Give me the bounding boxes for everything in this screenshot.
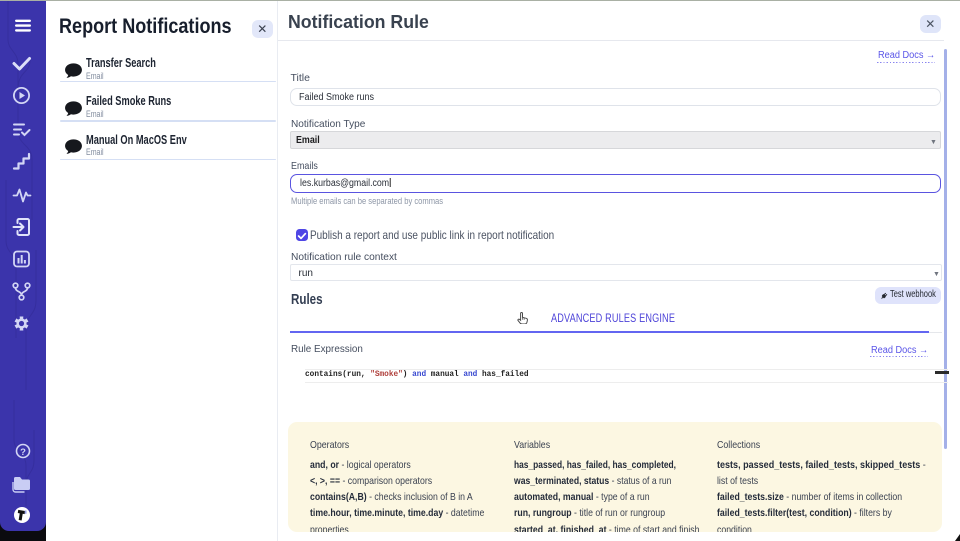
svg-text:?: ? (20, 447, 26, 458)
